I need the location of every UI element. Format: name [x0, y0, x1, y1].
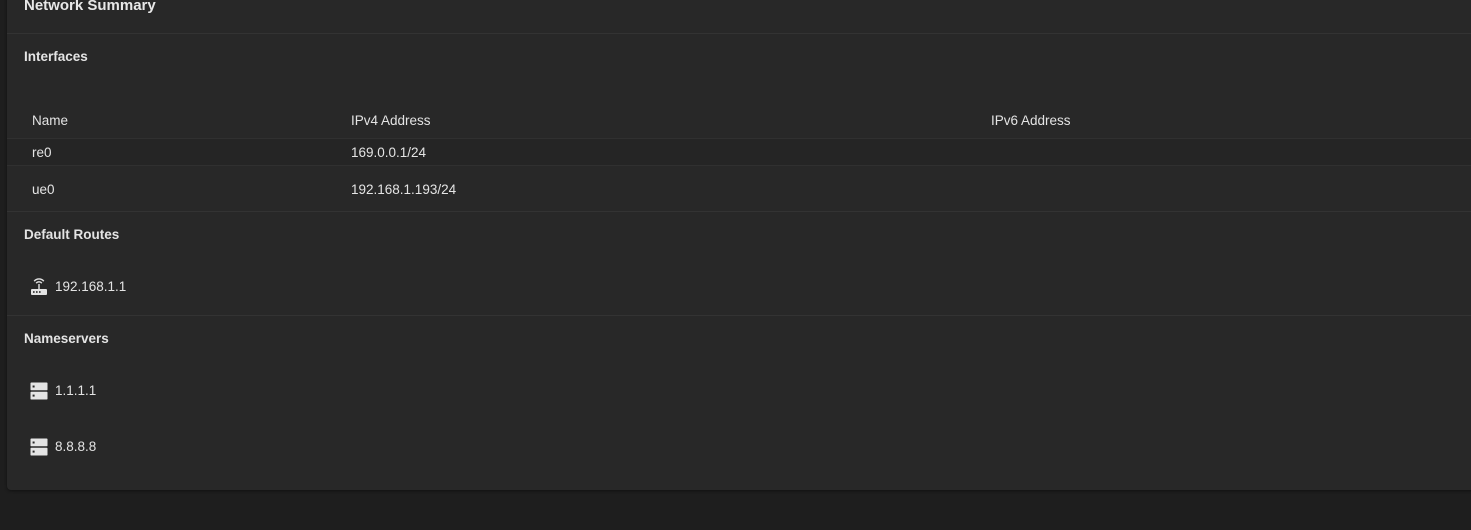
divider [7, 33, 1471, 34]
network-summary-card: Network Summary Interfaces Name IPv4 Add… [7, 0, 1471, 490]
interfaces-title: Interfaces [24, 49, 88, 64]
nameserver-address: 1.1.1.1 [55, 383, 97, 398]
router-icon [30, 278, 48, 296]
server-icon [30, 438, 48, 456]
table-row[interactable]: re0 169.0.0.1/24 [7, 139, 1471, 166]
default-routes-title: Default Routes [24, 227, 120, 242]
table-row[interactable]: ue0 192.168.1.193/24 [7, 176, 1471, 203]
default-route-item: 192.168.1.1 [30, 276, 126, 298]
divider [7, 211, 1471, 212]
interface-name: ue0 [32, 182, 55, 197]
column-header-ipv6[interactable]: IPv6 Address [991, 113, 1071, 129]
nameserver-item: 8.8.8.8 [30, 436, 96, 458]
card-title: Network Summary [24, 0, 156, 14]
interfaces-table-header: Name IPv4 Address IPv6 Address [7, 100, 1471, 140]
default-route-address: 192.168.1.1 [55, 279, 127, 294]
table-divider [7, 165, 1471, 166]
interface-ipv4: 192.168.1.193/24 [351, 182, 457, 197]
server-icon [30, 382, 48, 400]
column-header-ipv4[interactable]: IPv4 Address [351, 113, 431, 129]
divider [7, 315, 1471, 316]
column-header-name[interactable]: Name [32, 113, 68, 129]
nameserver-address: 8.8.8.8 [55, 439, 97, 454]
interface-ipv4: 169.0.0.1/24 [351, 145, 427, 160]
nameservers-title: Nameservers [24, 331, 109, 346]
interface-name: re0 [32, 145, 52, 160]
nameserver-item: 1.1.1.1 [30, 380, 96, 402]
